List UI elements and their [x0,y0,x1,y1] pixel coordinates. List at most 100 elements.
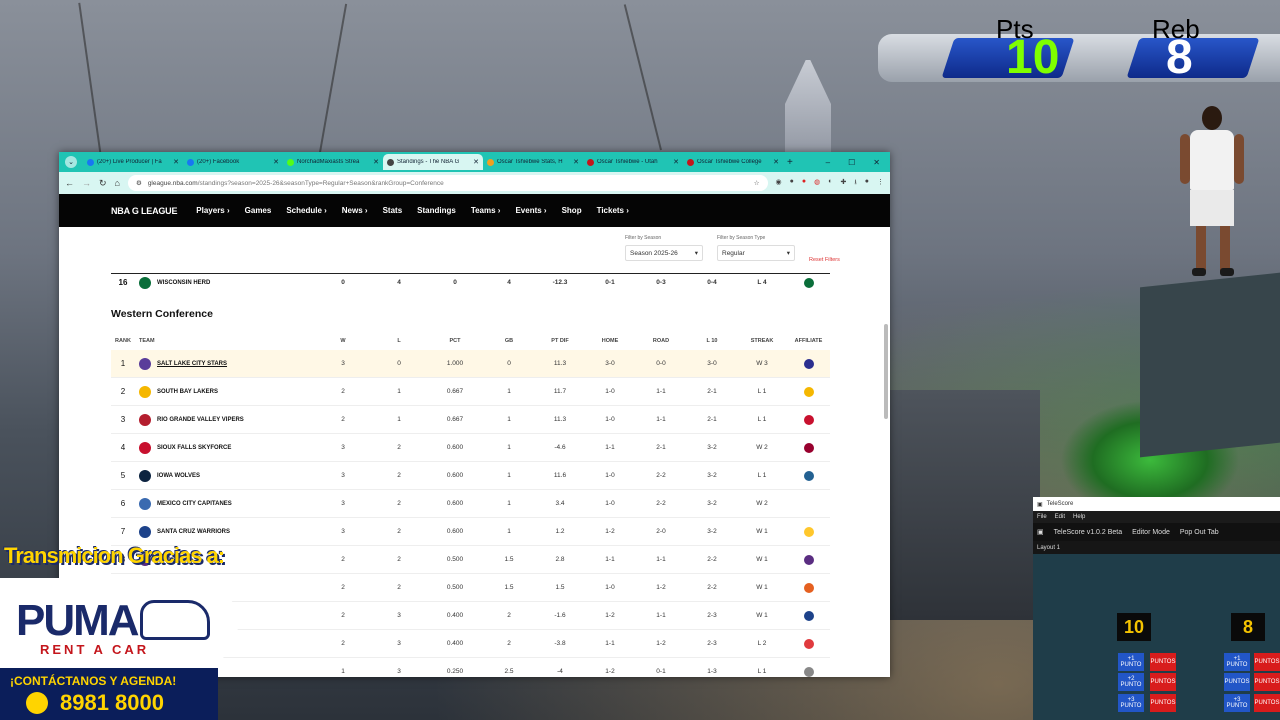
stat-cell: 3-0 [605,360,615,367]
minus-button[interactable]: PUNTOS [1150,673,1176,691]
table-row[interactable]: 4 SIOUX FALLS SKYFORCE 3 2 0.600 1 -4.6 1-1 2-1 3… [111,434,830,462]
team-name-link[interactable]: SANTA CRUZ WARRIORS [157,529,230,535]
nav-item[interactable]: Games [245,206,272,215]
table-row[interactable]: 5 IOWA WOLVES 3 2 0.600 1 11.6 1-0 2-2 3-2 L 1 [111,462,830,490]
team-name-link[interactable]: SALT LAKE CITY STARS [157,361,227,367]
menu-help[interactable]: Help [1073,514,1085,520]
team-name-link[interactable]: MEXICO CITY CAPITANES [157,501,232,507]
menu-file[interactable]: File [1037,514,1047,520]
extension-icon[interactable]: ◐ [828,178,832,189]
season-type-filter-label: Filter by Season Type [717,235,766,241]
reb-minus-button[interactable]: PUNTOS [1254,673,1280,691]
browser-tab[interactable]: NorchadMaxiasts Strea ✕ [283,154,383,170]
extension-icon[interactable]: ◍ [814,178,820,189]
nba-gleague-logo[interactable]: NBA G LEAGUE [111,206,177,216]
tab-close-icon[interactable]: ✕ [173,158,179,166]
tab-close-icon[interactable]: ✕ [773,158,779,166]
extension-icon[interactable]: ● [790,178,794,189]
minus-button[interactable]: PUNTOS [1150,653,1176,671]
close-icon[interactable]: ✕ [873,158,880,167]
tab-close-icon[interactable]: ✕ [573,158,579,166]
tab-close-icon[interactable]: ✕ [373,158,379,166]
browser-tab[interactable]: Standings - The NBA G ✕ [383,154,483,170]
maximize-icon[interactable]: ☐ [848,158,855,167]
stat-cell: 3.4 [555,500,565,507]
column-header: PCT [449,338,461,344]
pop-out-tab-button[interactable]: Pop Out Tab [1180,529,1219,536]
reb-plus2-button[interactable]: PUNTOS [1224,673,1250,691]
layout-tab[interactable]: Layout 1 [1033,541,1280,554]
nav-item[interactable]: Teams › [471,206,501,215]
editor-mode-button[interactable]: Editor Mode [1132,529,1170,536]
team-name-link[interactable]: IOWA WOLVES [157,473,200,479]
team-name-link[interactable]: SOUTH BAY LAKERS [157,389,218,395]
nav-item[interactable]: Players › [196,206,229,215]
tab-search-icon[interactable]: ⌄ [65,156,77,168]
extension-icon[interactable]: ◉ [776,178,782,189]
extension-icon[interactable]: ● [802,178,806,189]
scoreboard-overlay: Pts 10 Reb 8 [878,14,1280,84]
team-logo-icon [139,525,151,538]
plus3-button[interactable]: +3 PUNTO [1118,694,1144,712]
browser-tab[interactable]: Oscar Tshiebwe Stats, H ✕ [483,154,583,170]
browser-tab[interactable]: Oscar Tshiebwe College ✕ [683,154,783,170]
reset-filters-link[interactable]: Reset Filters [809,257,840,263]
nav-item[interactable]: Tickets › [597,206,629,215]
tab-close-icon[interactable]: ✕ [673,158,679,166]
table-row[interactable]: 7 SANTA CRUZ WARRIORS 3 2 0.600 1 1.2 1-2 2-0 3-2… [111,518,830,546]
table-row[interactable]: 1 SALT LAKE CITY STARS 3 0 1.000 0 11.3 3-0 0-0 3… [111,350,830,378]
nav-item[interactable]: Schedule › [286,206,326,215]
bookmark-star-icon[interactable]: ☆ [754,179,760,187]
stat-cell: 2-1 [707,416,717,423]
browser-tab[interactable]: (20+) Facebook ✕ [183,154,283,170]
forward-icon[interactable]: → [82,178,91,188]
reb-plus1-button[interactable]: +1 PUNTO [1224,653,1250,671]
nav-item[interactable]: Shop [562,206,582,215]
stat-cell: 1-1 [605,640,615,647]
browser-tab[interactable]: (20+) Live Producer | Fa ✕ [83,154,183,170]
stat-cell: 1-0 [605,584,615,591]
url-field[interactable]: ⚙ gleague.nba.com/standings?season=2025-… [127,175,768,191]
plus2-button[interactable]: +2 PUNTO [1118,673,1144,691]
affiliate-logo-icon [803,582,814,593]
season-select[interactable]: Season 2025-26 ▾ [625,245,703,261]
season-type-select[interactable]: Regular ▾ [717,245,795,261]
profile-avatar-icon[interactable]: ● [865,178,869,189]
stat-cell: 2 [341,584,345,591]
scrollbar[interactable] [884,324,888,419]
extensions-puzzle-icon[interactable]: ✚ [840,178,846,189]
browser-tab[interactable]: Oscar Tshiebwe - Utah ✕ [583,154,683,170]
team-name-link[interactable]: RIO GRANDE VALLEY VIPERS [157,417,244,423]
reb-minus-button[interactable]: PUNTOS [1254,694,1280,712]
back-icon[interactable]: ← [65,178,74,188]
nav-item[interactable]: Standings [417,206,456,215]
table-row[interactable]: 6 MEXICO CITY CAPITANES 3 2 0.600 1 3.4 1-0 2-2 3… [111,490,830,518]
reload-icon[interactable]: ↻ [99,178,107,189]
menu-kebab-icon[interactable]: ⋮ [877,178,884,189]
reb-minus-button[interactable]: PUNTOS [1254,653,1280,671]
telescore-app-icon: ▣ [1037,501,1043,508]
menu-edit[interactable]: Edit [1055,514,1065,520]
minus-button[interactable]: PUNTOS [1150,694,1176,712]
nav-item[interactable]: Stats [383,206,403,215]
nav-item[interactable]: Events › [515,206,546,215]
home-icon[interactable]: ⌂ [115,178,120,188]
table-row-previous[interactable]: 16 WISCONSIN HERD 0 4 0 4 -12.3 0-1 0-3 … [111,273,830,291]
url-domain: gleague.nba.com [147,179,198,187]
tab-close-icon[interactable]: ✕ [273,158,279,166]
plus1-button[interactable]: +1 PUNTO [1118,653,1144,671]
stat-cell: 2 [341,612,345,619]
site-info-icon[interactable]: ⚙ [136,179,142,187]
reb-plus3-button[interactable]: +3 PUNTO [1224,694,1250,712]
table-row[interactable]: 3 RIO GRANDE VALLEY VIPERS 2 1 0.667 1 11.3 1-0… [111,406,830,434]
table-row[interactable]: 2 SOUTH BAY LAKERS 2 1 0.667 1 11.7 1-0 1-1 2-1 L … [111,378,830,406]
nav-item[interactable]: News › [342,206,368,215]
download-icon[interactable]: ⭳ [854,178,856,189]
team-name-link[interactable]: SIOUX FALLS SKYFORCE [157,445,231,451]
minimize-icon[interactable]: – [826,158,830,167]
stat-cell: 3-2 [707,444,717,451]
stat-cell: 0.600 [446,500,464,507]
tab-close-icon[interactable]: ✕ [473,158,479,166]
new-tab-button[interactable]: + [787,157,793,168]
affiliate-logo-icon [803,358,814,369]
